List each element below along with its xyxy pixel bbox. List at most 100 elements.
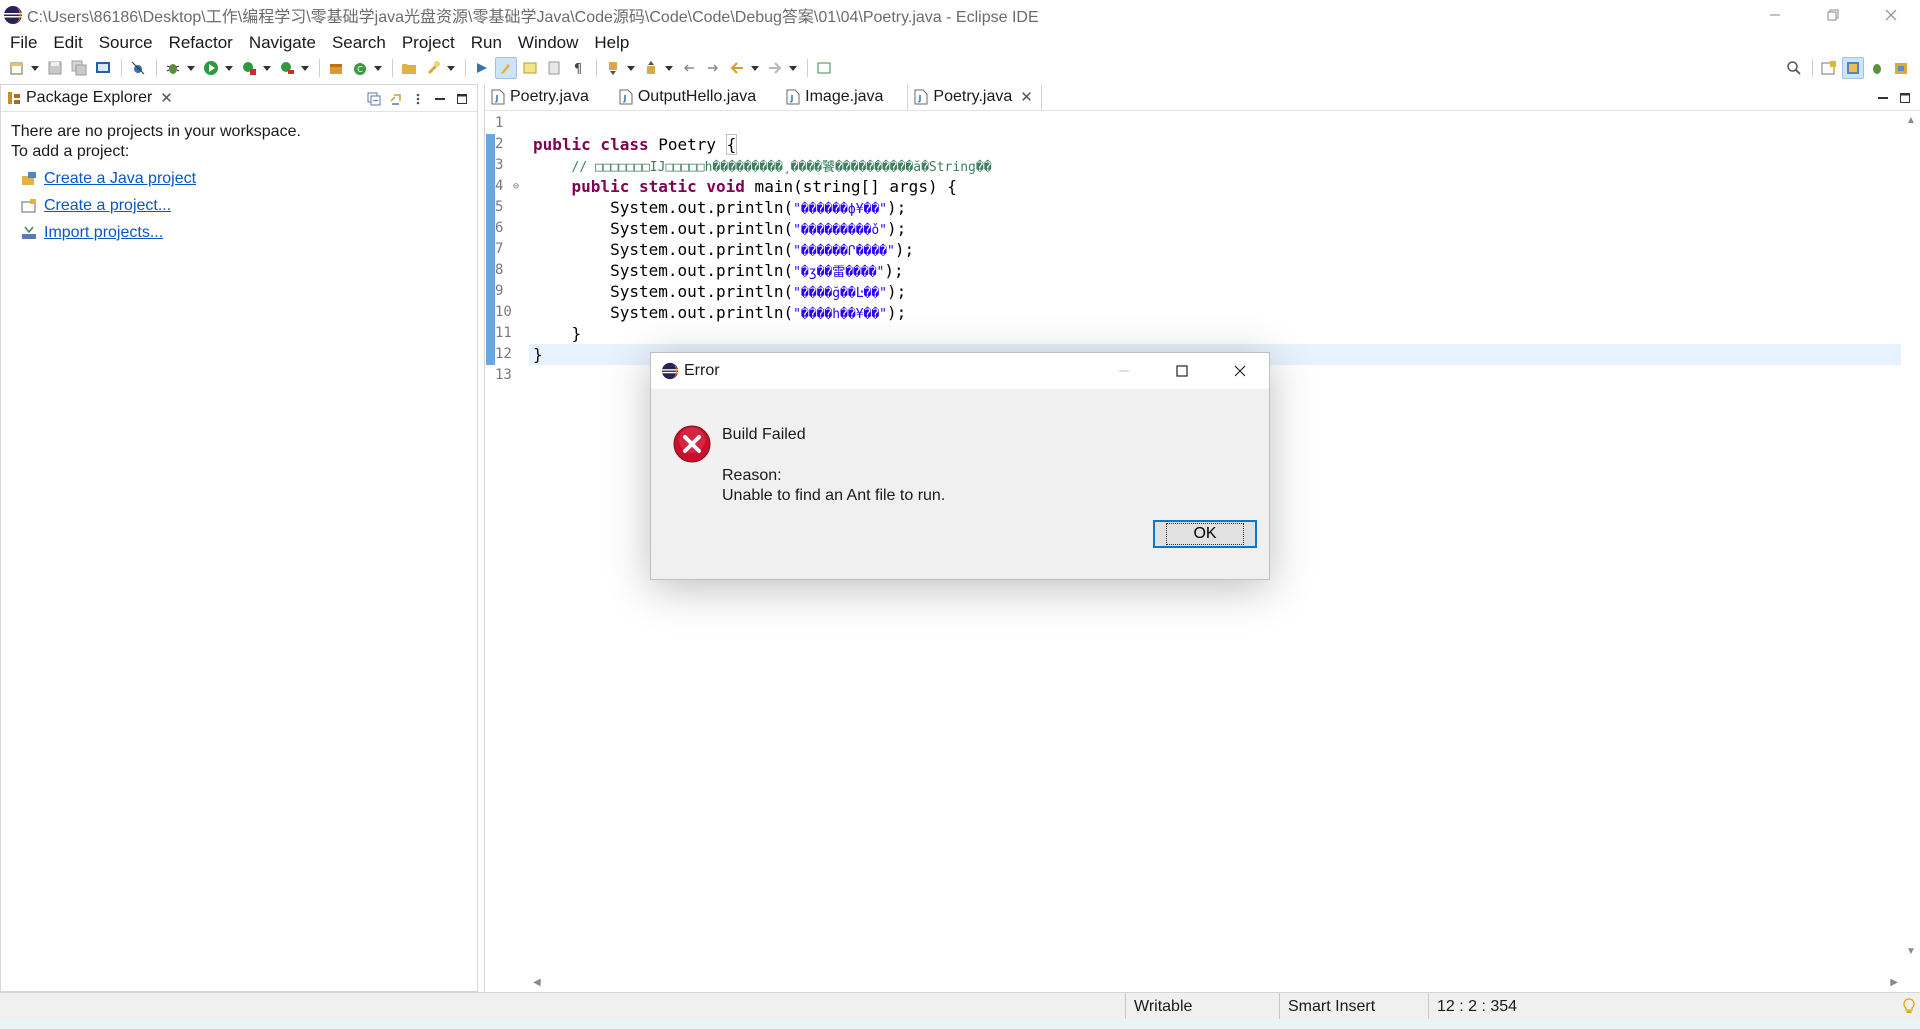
new-java-package-button[interactable]	[325, 57, 347, 79]
open-perspective-button[interactable]	[1818, 57, 1840, 79]
restore-button[interactable]	[1804, 0, 1862, 30]
coverage-dropdown[interactable]	[262, 57, 272, 79]
create-project-link[interactable]: Create a project...	[44, 196, 171, 216]
view-menu-button[interactable]	[407, 89, 429, 109]
string-literal: "������Ր����"	[793, 244, 895, 259]
minimize-editor-button[interactable]	[1872, 88, 1894, 108]
minimize-view-button[interactable]	[429, 89, 451, 109]
new-button[interactable]	[6, 57, 28, 79]
menu-search[interactable]: Search	[324, 33, 394, 53]
quick-access-button[interactable]	[471, 57, 493, 79]
status-insert-mode[interactable]: Smart Insert	[1279, 993, 1429, 1020]
vertical-scrollbar[interactable]: ▲ ▼	[1902, 113, 1920, 975]
terminal-icon	[96, 62, 110, 73]
open-type-button[interactable]	[398, 57, 420, 79]
search-dropdown[interactable]	[446, 57, 456, 79]
save-all-button[interactable]	[68, 57, 90, 79]
maximize-editor-button[interactable]	[1894, 88, 1916, 108]
menu-navigate[interactable]: Navigate	[241, 33, 324, 53]
link-icon	[390, 93, 401, 105]
new-dropdown[interactable]	[30, 57, 40, 79]
toggle-mark-occurrences-button[interactable]	[495, 57, 517, 79]
last-edit-icon	[683, 64, 694, 72]
back-dropdown[interactable]	[750, 57, 760, 79]
save-button[interactable]	[44, 57, 66, 79]
menu-project[interactable]: Project	[394, 33, 463, 53]
forward-button[interactable]	[764, 57, 786, 79]
toolbar-separator	[465, 59, 466, 77]
next-annotation-dropdown[interactable]	[626, 57, 636, 79]
skip-breakpoints-button[interactable]	[127, 57, 149, 79]
previous-annotation-dropdown[interactable]	[664, 57, 674, 79]
editor-tab-outputhello[interactable]: J OutputHello.java	[613, 84, 762, 110]
external-tools-dropdown[interactable]	[300, 57, 310, 79]
forward-edit-button[interactable]	[702, 57, 724, 79]
pilcrow-icon: ¶	[574, 62, 582, 76]
forward-dropdown[interactable]	[788, 57, 798, 79]
editor-tab-poetry-1[interactable]: J Poetry.java	[485, 84, 595, 110]
debug-perspective-button[interactable]	[1866, 57, 1888, 79]
main-toolbar: C ¶	[0, 55, 1920, 81]
dialog-maximize-button[interactable]	[1153, 353, 1211, 389]
scroll-right-icon[interactable]: ▶	[1890, 977, 1898, 988]
search-button[interactable]	[1783, 57, 1805, 79]
flashlight-icon	[428, 61, 440, 74]
package-explorer-content: There are no projects in your workspace.…	[1, 112, 477, 253]
previous-annotation-button[interactable]	[640, 57, 662, 79]
create-java-project-link[interactable]: Create a Java project	[44, 169, 196, 189]
close-icon[interactable]: ✕	[1020, 88, 1033, 106]
code-line: System.out.println("�ʒ��雷����");	[529, 260, 1901, 281]
debug-button[interactable]	[162, 57, 184, 79]
menu-window[interactable]: Window	[510, 33, 586, 53]
coverage-button[interactable]	[238, 57, 260, 79]
menu-file[interactable]: File	[2, 33, 45, 53]
code-text[interactable]: public class Poetry { // □□□□□□□IJ□□□□□h…	[529, 113, 1901, 386]
ok-button-label: OK	[1166, 523, 1244, 545]
link-with-editor-button[interactable]	[385, 89, 407, 109]
close-window-button[interactable]	[1862, 0, 1920, 30]
dialog-close-button[interactable]	[1211, 353, 1269, 389]
external-tools-button[interactable]	[276, 57, 298, 79]
show-whitespace-button[interactable]: ¶	[567, 57, 589, 79]
println-call: System.out.println(	[610, 261, 794, 280]
new-java-class-button[interactable]: C	[349, 57, 371, 79]
fold-toggle-icon[interactable]: ⊖	[513, 176, 519, 197]
new-class-dropdown[interactable]	[373, 57, 383, 79]
close-icon[interactable]: ✕	[160, 89, 173, 107]
toolbar-separator	[121, 59, 122, 77]
import-projects-link[interactable]: Import projects...	[44, 223, 163, 243]
run-button[interactable]	[200, 57, 222, 79]
scroll-left-icon[interactable]: ◀	[533, 977, 541, 988]
scroll-down-icon[interactable]: ▼	[1906, 946, 1916, 957]
java-perspective-button[interactable]	[1842, 57, 1864, 79]
statement-end: );	[887, 282, 907, 301]
package-explorer-tab[interactable]: Package Explorer ✕	[1, 85, 179, 112]
scroll-up-icon[interactable]: ▲	[1906, 115, 1916, 126]
menu-help[interactable]: Help	[586, 33, 637, 53]
java-ee-perspective-button[interactable]	[1890, 57, 1912, 79]
lightbulb-icon[interactable]	[1902, 998, 1916, 1015]
menu-edit[interactable]: Edit	[45, 33, 90, 53]
code-line: public static void main(string[] args) {	[529, 176, 1901, 197]
menu-source[interactable]: Source	[91, 33, 161, 53]
terminal-button[interactable]	[92, 57, 114, 79]
debug-dropdown[interactable]	[186, 57, 196, 79]
editor-tab-poetry-active[interactable]: J Poetry.java ✕	[907, 84, 1042, 110]
ok-button[interactable]: OK	[1153, 520, 1257, 548]
back-button[interactable]	[726, 57, 748, 79]
horizontal-scrollbar[interactable]: ◀ ▶	[529, 976, 1902, 992]
toggle-word-wrap-button[interactable]	[543, 57, 565, 79]
menu-run[interactable]: Run	[463, 33, 510, 53]
menu-refactor[interactable]: Refactor	[161, 33, 241, 53]
search-tool-button[interactable]	[422, 57, 444, 79]
run-dropdown[interactable]	[224, 57, 234, 79]
minimize-button[interactable]	[1746, 0, 1804, 30]
java-file-icon: J	[786, 89, 800, 105]
collapse-all-button[interactable]	[363, 89, 385, 109]
next-annotation-button[interactable]	[602, 57, 624, 79]
maximize-view-button[interactable]	[451, 89, 473, 109]
toggle-block-selection-button[interactable]	[519, 57, 541, 79]
last-edit-location-button[interactable]	[678, 57, 700, 79]
pin-editor-button[interactable]	[813, 57, 835, 79]
editor-tab-image[interactable]: J Image.java	[780, 84, 889, 110]
